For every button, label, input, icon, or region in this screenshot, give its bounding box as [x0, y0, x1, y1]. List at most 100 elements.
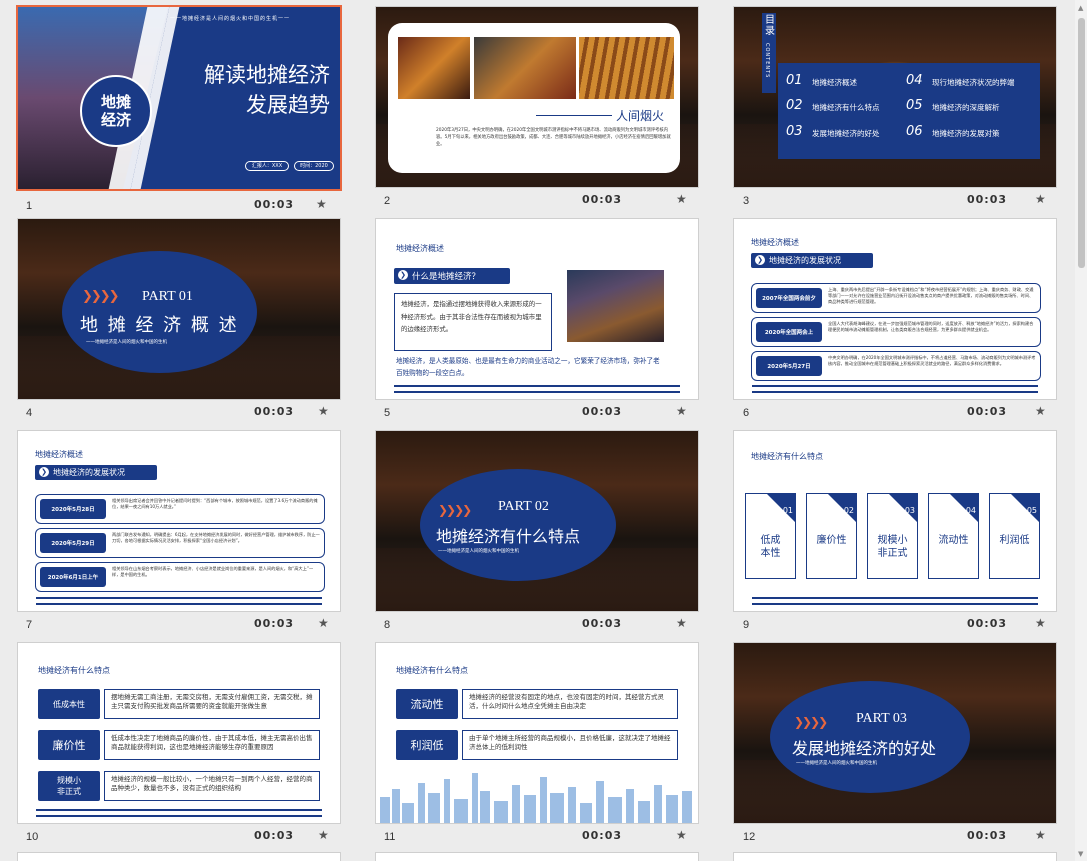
vertical-scrollbar[interactable]: ▲ ▼ — [1075, 0, 1087, 861]
slide-thumbnail-10[interactable]: 地摊经济有什么特点 低成本性 摆地摊无需工商注册，无需交房租，无需支付雇佣工资，无… — [17, 642, 341, 824]
question-pill: ❯ 什么是地摊经济？ — [394, 268, 510, 284]
feature-label: 规模小 非正式 — [38, 771, 100, 801]
slide-thumbnail-3[interactable]: 目录 CONTENTS 01 地摊经济概述 04 现行地摊经济状况的弊端 02 地摊经济有… — [733, 6, 1057, 188]
market-photo — [567, 270, 664, 342]
card-label: 规模小 非正式 — [877, 535, 908, 559]
slide-thumbnail-9[interactable]: 地摊经济有什么特点 01 低成 本性 02 廉价性 03 规模小 非正式 04 流动性 05 利润… — [733, 430, 1057, 612]
slide-meta-5: 5 00:03 ★ — [376, 404, 716, 421]
reporter-pill: 汇报人：XXX — [245, 161, 289, 171]
slide-meta-11: 11 00:03 ★ — [376, 828, 716, 845]
time-pill: 时间：2020 — [294, 161, 334, 171]
feature-description: 地摊经济的经营没有固定的地点，也没有固定的时间，其经营方式灵活，什么时间什么地点… — [462, 689, 678, 719]
slide-duration: 00:03 — [254, 198, 295, 211]
slide-thumbnail-4[interactable]: ❯❯❯❯ PART 01 地 摊 经 济 概 述 一一地摊经济是人间的烟火和中国… — [17, 218, 341, 400]
slide-meta-2: 2 00:03 ★ — [376, 192, 716, 209]
part-number: PART 01 — [142, 289, 193, 304]
toc-item: 03 发展地摊经济的好处 — [786, 124, 908, 140]
card-number: 02 — [843, 506, 854, 515]
chevron-right-icon: ❯ — [755, 255, 765, 265]
slide-thumbnail-6[interactable]: 地摊经济概述 ❯ 地摊经济的发展状况 2007年全国两会前夕 上海、重庆两市先后提出… — [733, 218, 1057, 400]
slide-number: 7 — [26, 619, 33, 631]
star-icon[interactable]: ★ — [1035, 192, 1046, 206]
slide-duration: 00:03 — [582, 405, 623, 418]
bottom-rule — [752, 385, 1038, 393]
chevron-arrows-icon: ❯❯❯❯ — [438, 503, 472, 517]
slide-thumbnail-12[interactable]: ❯❯❯❯ PART 03 发展地摊经济的好处 一一地摊经济是人间的烟火和中国的生… — [733, 642, 1057, 824]
star-icon[interactable]: ★ — [676, 616, 687, 630]
star-icon[interactable]: ★ — [318, 616, 329, 630]
section-label: 地摊经济概述 — [35, 450, 83, 459]
toc-item: 05 地摊经济的深度解析 — [906, 98, 1028, 114]
heading-rule — [536, 115, 612, 116]
toc-item: 01 地摊经济概述 — [786, 73, 908, 89]
feature-label: 利润低 — [396, 730, 458, 760]
feature-description: 低成本性决定了地摊商品的廉价性，由于其成本低，摊主无需高价出售商品就能获得利润，… — [104, 730, 320, 760]
toc-item: 06 地摊经济的发展对策 — [906, 124, 1028, 140]
card-number: 04 — [965, 506, 976, 515]
section-label: 地摊经济概述 — [396, 244, 444, 253]
slide-number: 6 — [743, 407, 750, 419]
toc-item-number: 04 — [906, 73, 923, 88]
bottom-rule — [36, 597, 322, 605]
slide-thumbnail-2[interactable]: 人间烟火 2020年3月27日，中央文明办明确，在2020年全国文明城市测评指标… — [375, 6, 699, 188]
chevron-right-icon: ❯ — [39, 467, 49, 477]
scroll-down-arrow-icon[interactable]: ▼ — [1078, 850, 1083, 858]
slide-meta-8: 8 00:03 ★ — [376, 616, 716, 633]
star-icon[interactable]: ★ — [1035, 404, 1046, 418]
toc-label: 目录 — [765, 15, 775, 37]
slide-thumbnail-15[interactable] — [733, 852, 1057, 861]
timeline-date: 2020年5月29日 — [40, 533, 106, 553]
chevron-arrows-icon: ❯❯❯❯ — [82, 289, 120, 304]
toc-item-number: 03 — [786, 124, 803, 139]
food-photo-3 — [579, 37, 674, 99]
star-icon[interactable]: ★ — [318, 828, 329, 842]
definition-box: 地摊经济，是指通过摆地摊获得收入来源形成的一种经济形式。由于其非合法性存在而被视… — [394, 293, 552, 351]
slide-meta-12: 12 00:03 ★ — [735, 828, 1075, 845]
star-icon[interactable]: ★ — [676, 828, 687, 842]
toc-label-en: CONTENTS — [764, 43, 770, 79]
part-title: 地 摊 经 济 概 述 — [80, 315, 239, 336]
card-label: 流动性 — [938, 535, 969, 546]
star-icon[interactable]: ★ — [318, 404, 329, 418]
slide-thumbnail-5[interactable]: 地摊经济概述 ❯ 什么是地摊经济？ 地摊经济，是指通过摆地摊获得收入来源形成的一种… — [375, 218, 699, 400]
timeline-text: 相关领导在山东烟台考察时表示，地摊经济、小店经济是就业岗位的重要来源，是人间的烟… — [112, 566, 314, 577]
part-title: 地摊经济有什么特点 — [436, 527, 581, 546]
scroll-up-arrow-icon[interactable]: ▲ — [1078, 4, 1083, 12]
slide-meta-6: 6 00:03 ★ — [735, 404, 1075, 421]
card-label: 廉价性 — [816, 535, 847, 546]
slide-meta-1: 1 00:03 ★ — [18, 197, 358, 214]
part-tagline: 一一地摊经济是人间的烟火和中国的生机 — [86, 340, 167, 345]
slide-thumbnail-11[interactable]: 地摊经济有什么特点 流动性 地摊经济的经营没有固定的地点，也没有固定的时间，其经营… — [375, 642, 699, 824]
toc-item-label: 现行地摊经济状况的弊端 — [932, 78, 1015, 87]
slide-thumbnail-8[interactable]: ❯❯❯❯ PART 02 地摊经济有什么特点 一一地摊经济是人间的烟火和中国的生… — [375, 430, 699, 612]
feature-description: 由于单个地摊主所经营的商品规模小，且价格低廉，这就决定了地摊经济总体上的低利润性 — [462, 730, 678, 760]
slide-duration: 00:03 — [967, 193, 1008, 206]
toc-item-number: 05 — [906, 98, 923, 113]
slide-meta-3: 3 00:03 ★ — [735, 192, 1075, 209]
toc-item-number: 06 — [906, 124, 923, 139]
card-number: 03 — [904, 506, 915, 515]
toc-item-label: 地摊经济的发展对策 — [932, 129, 1000, 138]
slide-duration: 00:03 — [254, 617, 295, 630]
toc-item-number: 01 — [786, 73, 803, 88]
star-icon[interactable]: ★ — [316, 197, 327, 211]
star-icon[interactable]: ★ — [676, 404, 687, 418]
slide-thumbnail-13[interactable] — [17, 852, 341, 861]
badge-circle: 地摊 经济 — [80, 75, 152, 147]
slide-number: 5 — [384, 407, 391, 419]
slide-thumbnail-7[interactable]: 地摊经济概述 ❯ 地摊经济的发展状况 2020年5月28日 相关领导出席记者会并回答… — [17, 430, 341, 612]
timeline-row: 2020年5月27日 中央文明办明确，在2020年全国文明城市测评指标中，不将占道… — [751, 351, 1041, 381]
feature-card: 01 低成 本性 — [745, 493, 796, 579]
star-icon[interactable]: ★ — [1035, 828, 1046, 842]
slide-duration: 00:03 — [254, 829, 295, 842]
slide-thumbnail-14[interactable] — [375, 852, 699, 861]
question-text: 什么是地摊经济？ — [412, 272, 481, 282]
star-icon[interactable]: ★ — [676, 192, 687, 206]
slide-body-text: 2020年3月27日，中央文明办明确，在2020年全国文明城市测评指标中不将马路… — [436, 128, 671, 147]
scrollbar-thumb[interactable] — [1078, 18, 1085, 268]
timeline-date: 2020年5月28日 — [40, 499, 106, 519]
slide-thumbnail-1[interactable]: 地摊 经济 一一地摊经济是人间的烟火和中国的生机一一 解读地摊经济 发展趋势 汇… — [16, 5, 342, 191]
card-label: 利润低 — [999, 535, 1030, 546]
star-icon[interactable]: ★ — [1035, 616, 1046, 630]
timeline-row: 2020年全国两会上 全国人大代表胡海峰建议，在进一步加强规范城市管理的同时，适度… — [751, 317, 1041, 347]
